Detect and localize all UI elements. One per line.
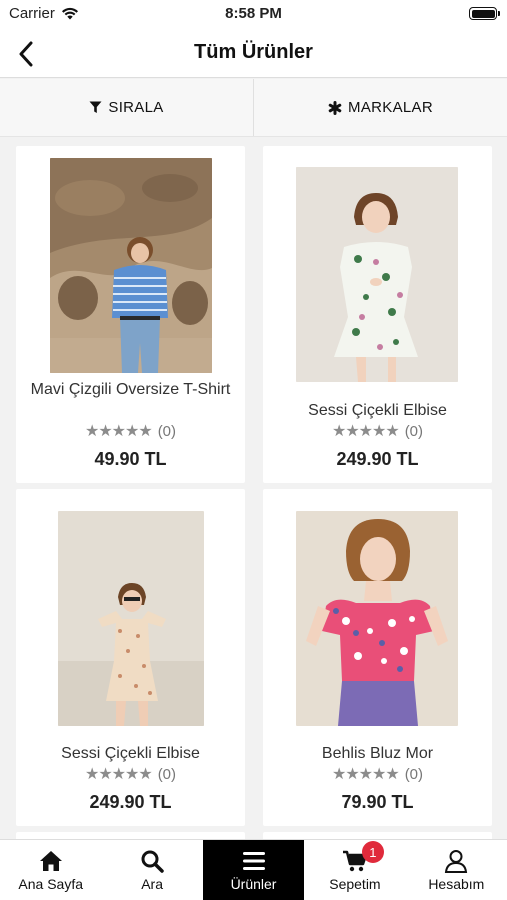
product-image — [296, 167, 458, 382]
battery-icon — [469, 7, 500, 20]
funnel-icon — [89, 101, 102, 113]
product-name: Sessi Çiçekli Elbise — [308, 402, 447, 419]
menu-icon — [242, 849, 266, 873]
product-price: 249.90 TL — [336, 449, 419, 469]
product-card[interactable]: Behlis Bluz Mor ★★★★★ (0) 79.90 TL — [263, 489, 492, 826]
review-count: (0) — [404, 765, 424, 783]
product-image — [296, 511, 458, 726]
page-title: Tüm Ürünler — [194, 41, 313, 63]
brands-label: MARKALAR — [348, 99, 433, 116]
star-rating-icon: ★★★★★ — [84, 766, 153, 783]
search-icon — [140, 849, 164, 873]
tab-cart[interactable]: 1 Sepetim — [304, 840, 405, 900]
user-icon — [444, 849, 468, 873]
review-count: (0) — [404, 422, 424, 440]
product-price: 249.90 TL — [89, 792, 172, 812]
star-rating-icon: ★★★★★ — [331, 423, 400, 440]
home-icon — [39, 849, 63, 873]
tab-home[interactable]: Ana Sayfa — [0, 840, 101, 900]
navigation-bar: Tüm Ürünler — [0, 30, 507, 78]
cart-icon: 1 — [342, 841, 384, 873]
sort-button[interactable]: SIRALA — [0, 79, 253, 136]
status-bar: Carrier 8:58 PM — [0, 0, 507, 30]
product-rating: ★★★★★ (0) — [263, 764, 492, 784]
product-card[interactable]: Mavi Çizgili Oversize T-Shirt ★★★★★ (0) … — [16, 146, 245, 483]
tab-bar: Ana Sayfa Ara Ürünler 1 Sepetim Hesabım — [0, 839, 507, 900]
cart-badge: 1 — [361, 841, 384, 863]
product-image — [50, 158, 212, 373]
asterisk-icon — [328, 100, 342, 115]
tab-label: Sepetim — [329, 876, 381, 892]
product-name: Behlis Bluz Mor — [321, 745, 434, 762]
tab-label: Ara — [141, 876, 163, 892]
tab-account[interactable]: Hesabım — [406, 840, 507, 900]
review-count: (0) — [157, 422, 177, 440]
tab-label: Hesabım — [428, 876, 485, 892]
product-rating: ★★★★★ (0) — [16, 421, 245, 441]
star-rating-icon: ★★★★★ — [84, 423, 153, 440]
tab-label: Ana Sayfa — [18, 876, 83, 892]
product-card[interactable]: Sessi Çiçekli Elbise ★★★★★ (0) 249.90 TL — [16, 489, 245, 826]
product-name: Sessi Çiçekli Elbise — [61, 745, 200, 762]
product-card[interactable]: Sessi Çiçekli Elbise ★★★★★ (0) 249.90 TL — [263, 146, 492, 483]
product-price: 79.90 TL — [341, 792, 414, 812]
tab-search[interactable]: Ara — [101, 840, 202, 900]
product-rating: ★★★★★ (0) — [263, 421, 492, 441]
tab-products[interactable]: Ürünler — [202, 840, 305, 900]
sort-label: SIRALA — [108, 99, 164, 116]
product-price: 49.90 TL — [94, 449, 167, 469]
product-name: Mavi Çizgili Oversize T-Shirt — [30, 381, 231, 398]
clock: 8:58 PM — [225, 5, 282, 22]
brands-button[interactable]: MARKALAR — [253, 79, 507, 136]
tab-label: Ürünler — [230, 876, 277, 892]
review-count: (0) — [157, 765, 177, 783]
product-rating: ★★★★★ (0) — [16, 764, 245, 784]
filter-bar: SIRALA MARKALAR — [0, 79, 507, 137]
product-image — [58, 511, 204, 726]
star-rating-icon: ★★★★★ — [331, 766, 400, 783]
